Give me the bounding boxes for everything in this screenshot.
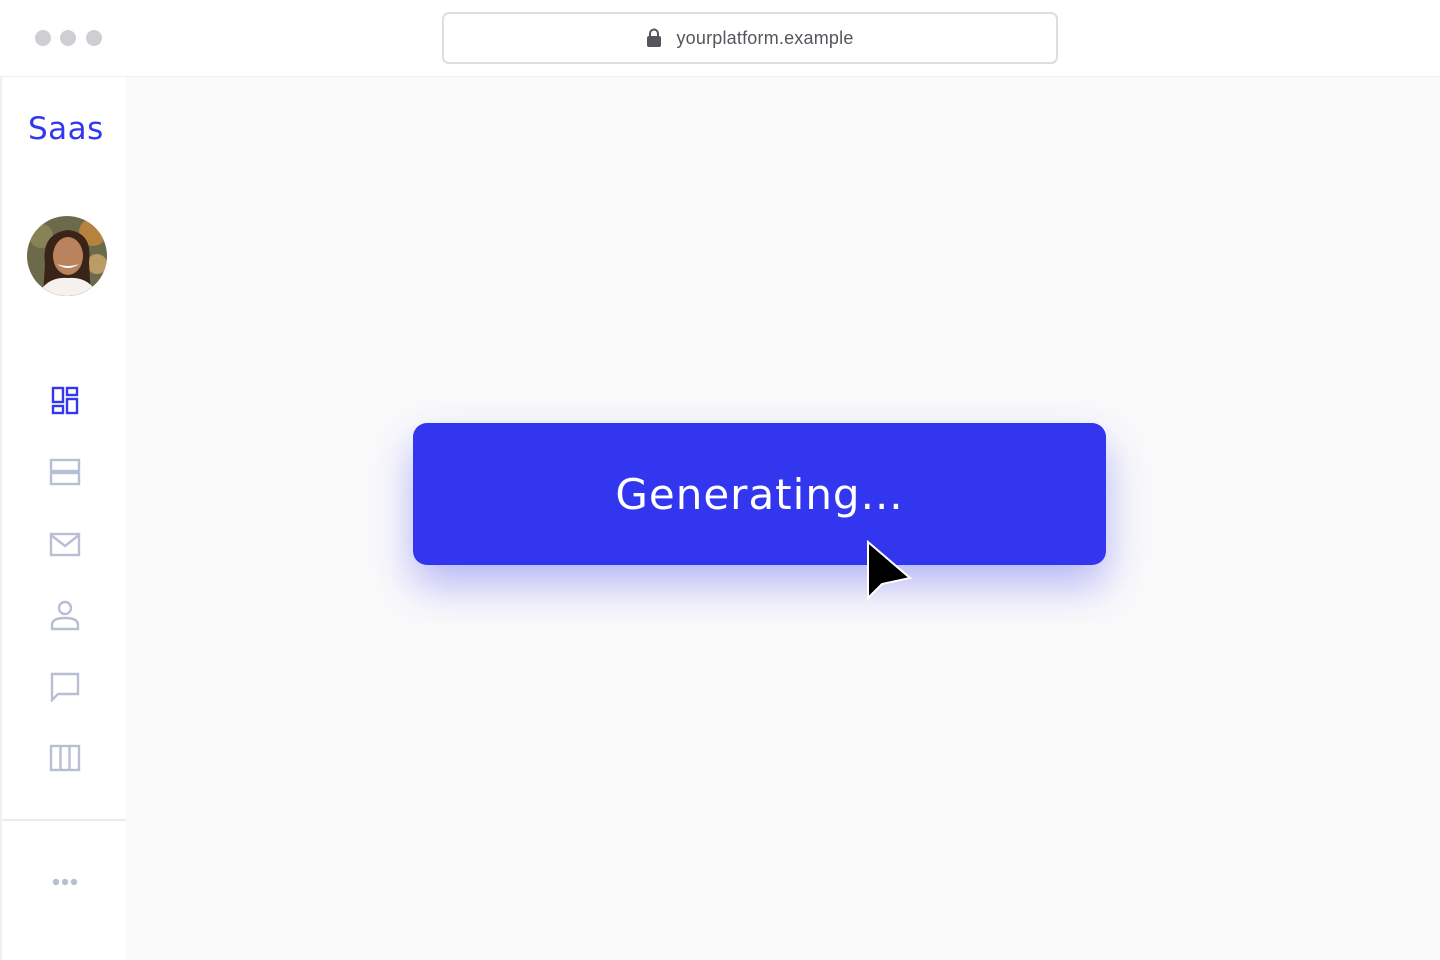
sidebar-divider [2, 819, 128, 821]
dashboard-icon[interactable] [49, 384, 81, 416]
address-bar[interactable]: yourplatform.example [442, 12, 1058, 64]
mail-icon[interactable] [49, 528, 81, 560]
user-icon[interactable] [49, 599, 81, 631]
avatar[interactable] [27, 216, 107, 296]
sidebar: Saas [0, 77, 128, 960]
window-maximize-dot-icon[interactable] [86, 30, 102, 46]
main-content: Generating... [126, 77, 1440, 960]
mouse-pointer-icon [867, 540, 912, 601]
chat-icon[interactable] [49, 670, 81, 702]
columns-icon[interactable] [49, 742, 81, 774]
more-icon[interactable] [52, 874, 80, 890]
window-close-dot-icon[interactable] [35, 30, 51, 46]
window-minimize-dot-icon[interactable] [60, 30, 76, 46]
lock-icon [647, 28, 662, 47]
avatar-photo [27, 216, 107, 296]
rows-icon[interactable] [49, 456, 81, 488]
browser-toolbar: yourplatform.example [0, 0, 1440, 77]
generate-button[interactable]: Generating... [413, 423, 1106, 565]
url-text: yourplatform.example [676, 27, 854, 48]
app-logo[interactable]: Saas [28, 111, 104, 147]
